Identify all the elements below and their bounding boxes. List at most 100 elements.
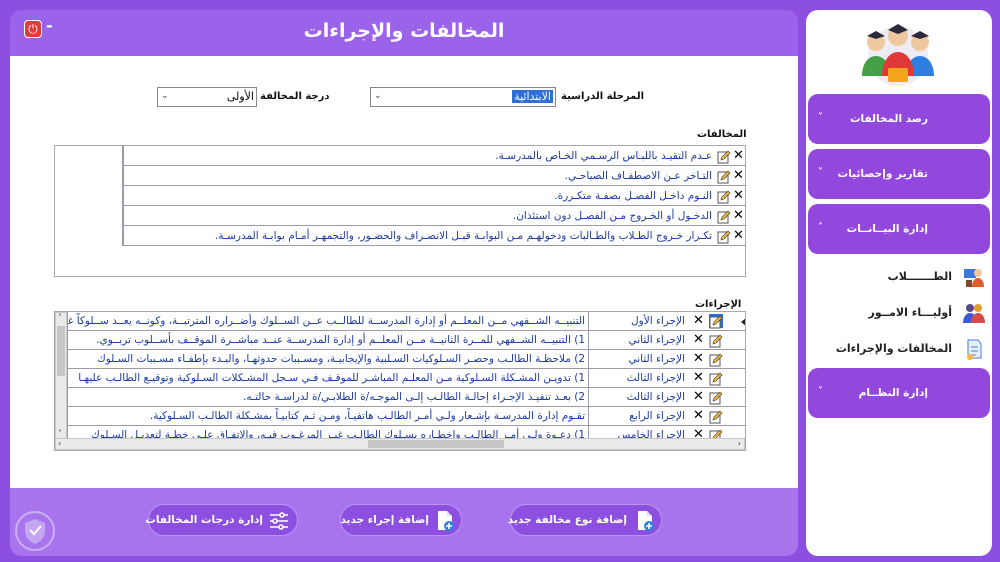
edit-icon[interactable] bbox=[717, 169, 731, 184]
actions-rows: ✕ الإجراء الأول التنبيــه الشــفهي مــن ال… bbox=[67, 312, 745, 445]
action-bar: إضافة نوع مخالفة جديد إضافة إجراء جديد إ… bbox=[10, 488, 798, 556]
violation-row[interactable]: ✕ النـوم داخـل الفصـل بصفـة متكـررة. bbox=[123, 186, 745, 206]
delete-icon[interactable]: ✕ bbox=[732, 209, 745, 222]
edit-icon[interactable] bbox=[709, 333, 723, 348]
actions-horizontal-scrollbar[interactable]: ‹ › bbox=[55, 438, 745, 450]
violation-text: النـوم داخـل الفصـل بصفـة متكـررة. bbox=[123, 186, 715, 206]
scroll-up-icon[interactable]: ˄ bbox=[58, 313, 62, 322]
procedure-text: 1) التنبيــه الشــفهي للمــرة الثانيــة … bbox=[67, 331, 588, 350]
sidebar-subitem-1[interactable]: الطـــــــلاب bbox=[806, 260, 992, 294]
violation-text: تكـرار خـروج الطـلاب والطـالبات ودخولهـم… bbox=[123, 226, 715, 246]
procedure-text: 1) تدويـن المشـكلة السـلوكية مـن المعلـم… bbox=[67, 369, 588, 388]
chevron-down-icon: ⌄ bbox=[161, 91, 169, 101]
students-logo-icon bbox=[852, 14, 944, 92]
procedure-text: 2) ملاحظـة الطالـب وحصـر السـلوكيات السـ… bbox=[67, 350, 588, 369]
procedure-text: التنبيــه الشــفهي مــن المعلــم أو إدار… bbox=[67, 312, 588, 331]
sidebar: رصد المخالفات ˅ تقارير وإحصائيات ˅ إدارة الب… bbox=[806, 10, 992, 556]
edit-icon[interactable] bbox=[709, 314, 723, 329]
stage-value: الابتدائية bbox=[512, 90, 553, 103]
edit-icon[interactable] bbox=[709, 352, 723, 367]
sidebar-subitem-label: أوليـــاء الامــور bbox=[868, 306, 952, 319]
stage-select[interactable]: الابتدائية ⌄ bbox=[370, 87, 556, 107]
edit-icon[interactable] bbox=[717, 149, 731, 164]
actions-section-label: الإجراءات bbox=[695, 299, 742, 310]
sidebar-subitem-label: الطـــــــلاب bbox=[887, 270, 952, 283]
add-violation-type-button[interactable]: إضافة نوع مخالفة جديد bbox=[507, 504, 662, 536]
title-bar: ⏻ - المخالفات والإجراءات bbox=[10, 10, 798, 56]
delete-icon[interactable]: ✕ bbox=[692, 314, 705, 327]
scroll-down-icon[interactable]: ˅ bbox=[58, 429, 62, 438]
edit-icon[interactable] bbox=[717, 209, 731, 224]
sidebar-item-3[interactable]: إدارة البيــانــات ˄ bbox=[808, 204, 990, 254]
actions-vertical-scrollbar[interactable]: ˄ ˅ bbox=[55, 312, 67, 439]
add-procedure-button[interactable]: إضافة إجراء جديد bbox=[340, 504, 462, 536]
sidebar-item-4[interactable]: إدارة النظــام ˅ bbox=[808, 368, 990, 418]
add-violation-type-label: إضافة نوع مخالفة جديد bbox=[507, 514, 627, 526]
sidebar-item-2[interactable]: تقارير وإحصائيات ˅ bbox=[808, 149, 990, 199]
procedure-row[interactable]: ✕ الإجراء الثالث 1) تدويـن المشـكلة السـلو… bbox=[67, 369, 745, 388]
procedure-name: الإجراء الأول bbox=[588, 312, 688, 331]
delete-icon[interactable]: ✕ bbox=[692, 371, 705, 384]
procedure-row[interactable]: ✕ الإجراء الثالث 2) بعـد تنفيـذ الإجـراء إ… bbox=[67, 388, 745, 407]
violation-row[interactable]: ✕ التـاخر عـن الاصطفـاف الصباحـي. bbox=[123, 166, 745, 186]
chevron-down-icon: ˅ bbox=[818, 112, 823, 123]
degree-label: درجة المخالفة bbox=[260, 91, 330, 102]
edit-icon[interactable] bbox=[717, 189, 731, 204]
procedure-text: 2) بعـد تنفيـذ الإجـراء إحالـة الطالـب إ… bbox=[67, 388, 588, 407]
delete-icon[interactable]: ✕ bbox=[692, 352, 705, 365]
scroll-thumb[interactable] bbox=[368, 440, 504, 448]
procedure-row[interactable]: ✕ الإجراء الثاني 1) التنبيــه الشــفهي للم… bbox=[67, 331, 745, 350]
scroll-left-icon[interactable]: ‹ bbox=[58, 439, 61, 448]
violation-row[interactable]: ✕ الدخـول أو الخـروج مـن الفصـل دون استئذ… bbox=[123, 206, 745, 226]
procedure-row[interactable]: ✕ الإجراء الثاني 2) ملاحظـة الطالـب وحصـر … bbox=[67, 350, 745, 369]
edit-icon[interactable] bbox=[709, 390, 723, 405]
violation-text: التـاخر عـن الاصطفـاف الصباحـي. bbox=[123, 166, 715, 186]
procedure-name: الإجراء الثالث bbox=[588, 388, 688, 407]
scroll-right-icon[interactable]: › bbox=[738, 439, 741, 448]
edit-icon[interactable] bbox=[709, 409, 723, 424]
scroll-thumb[interactable] bbox=[57, 326, 65, 376]
sidebar-subitem-3[interactable]: المخالفات والإجراءات bbox=[806, 332, 992, 366]
current-row-marker-icon bbox=[741, 318, 745, 326]
edit-icon[interactable] bbox=[709, 371, 723, 386]
main-window: ⏻ - المخالفات والإجراءات المرحلة الدراسي… bbox=[10, 10, 798, 556]
violations-grid: ✕ عـدم التقيـد باللبـاس الرسـمي الخـاص با… bbox=[54, 145, 746, 277]
chevron-down-icon: ˅ bbox=[818, 386, 823, 397]
violation-row[interactable]: ✕ عـدم التقيـد باللبـاس الرسـمي الخـاص با… bbox=[123, 146, 745, 166]
procedure-row[interactable]: ✕ الإجراء الرابع تقـوم إدارة المدرسـة بإشـ… bbox=[67, 407, 745, 426]
watermark-shield-icon bbox=[14, 510, 56, 552]
delete-icon[interactable]: ✕ bbox=[732, 229, 745, 242]
delete-icon[interactable]: ✕ bbox=[732, 189, 745, 202]
content-area: المرحلة الدراسية الابتدائية ⌄ درجة المخا… bbox=[10, 56, 798, 488]
manage-degrees-button[interactable]: إدارة درجات المخالفات bbox=[145, 504, 298, 536]
degree-select[interactable]: الأولى ⌄ bbox=[157, 87, 257, 107]
procedure-text: تقـوم إدارة المدرسـة بإشـعار ولـي أمـر ا… bbox=[67, 407, 588, 426]
students-icon bbox=[962, 265, 986, 292]
procedure-row[interactable]: ✕ الإجراء الأول التنبيــه الشــفهي مــن ال… bbox=[67, 312, 745, 331]
add-document-icon bbox=[635, 510, 655, 535]
add-procedure-label: إضافة إجراء جديد bbox=[340, 514, 429, 526]
sliders-icon bbox=[269, 512, 289, 533]
stage-label: المرحلة الدراسية bbox=[561, 91, 645, 102]
chevron-down-icon: ˅ bbox=[818, 167, 823, 178]
manage-degrees-label: إدارة درجات المخالفات bbox=[145, 514, 263, 526]
delete-icon[interactable]: ✕ bbox=[732, 169, 745, 182]
edit-icon[interactable] bbox=[717, 229, 731, 244]
sidebar-item-1[interactable]: رصد المخالفات ˅ bbox=[808, 94, 990, 144]
violations-section-label: المخالفات bbox=[697, 129, 747, 140]
chevron-up-icon: ˄ bbox=[818, 222, 823, 233]
procedure-name: الإجراء الثاني bbox=[588, 350, 688, 369]
delete-icon[interactable]: ✕ bbox=[692, 333, 705, 346]
add-document-icon bbox=[435, 510, 455, 535]
violations-rows: ✕ عـدم التقيـد باللبـاس الرسـمي الخـاص با… bbox=[122, 146, 745, 246]
violation-text: عـدم التقيـد باللبـاس الرسـمي الخـاص بال… bbox=[123, 146, 715, 166]
sidebar-subitem-2[interactable]: أوليـــاء الامــور bbox=[806, 296, 992, 330]
delete-icon[interactable]: ✕ bbox=[732, 149, 745, 162]
sidebar-item-label: رصد المخالفات bbox=[850, 113, 928, 125]
degree-value: الأولى bbox=[226, 90, 254, 103]
procedure-name: الإجراء الثالث bbox=[588, 369, 688, 388]
chevron-down-icon: ⌄ bbox=[374, 91, 382, 101]
delete-icon[interactable]: ✕ bbox=[692, 409, 705, 422]
violation-row[interactable]: ✕ تكـرار خـروج الطـلاب والطـالبات ودخولهـ… bbox=[123, 226, 745, 246]
delete-icon[interactable]: ✕ bbox=[692, 390, 705, 403]
